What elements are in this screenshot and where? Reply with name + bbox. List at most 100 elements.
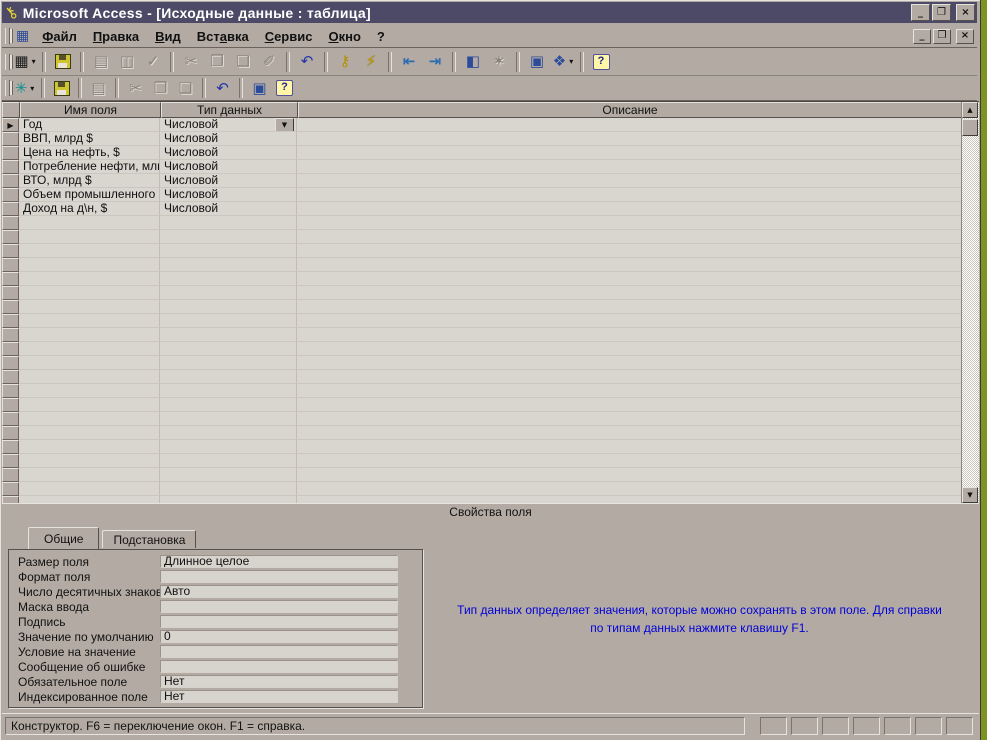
field-name-cell[interactable] (19, 426, 160, 440)
row-selector[interactable] (2, 160, 19, 174)
scroll-up-button[interactable]: ▲ (962, 102, 978, 118)
delete-rows-button[interactable]: ⇥ (422, 50, 448, 73)
description-cell[interactable] (297, 426, 962, 440)
data-type-cell[interactable] (160, 384, 297, 398)
field-name-cell[interactable] (19, 496, 160, 503)
row-selector[interactable] (2, 146, 19, 160)
row-selector[interactable] (2, 482, 19, 496)
property-input[interactable] (160, 570, 398, 583)
data-type-cell[interactable] (160, 342, 297, 356)
mdi-minimize-button[interactable]: _ (913, 29, 931, 44)
field-name-cell[interactable] (19, 272, 160, 286)
description-cell[interactable] (297, 230, 962, 244)
field-name-cell[interactable] (19, 412, 160, 426)
row-selector[interactable] (2, 356, 19, 370)
description-cell[interactable] (297, 118, 962, 132)
property-input[interactable] (160, 645, 398, 658)
field-name-cell[interactable]: Год (19, 118, 160, 132)
description-cell[interactable] (297, 258, 962, 272)
data-type-cell[interactable] (160, 426, 297, 440)
new-table-button[interactable]: ✳▾ (12, 78, 37, 99)
tab-lookup[interactable]: Подстановка (102, 530, 196, 548)
tab-general[interactable]: Общие (28, 527, 99, 549)
close-button[interactable]: × (956, 4, 975, 21)
description-cell[interactable] (297, 244, 962, 258)
menu-item-view[interactable]: Вид (147, 28, 189, 45)
menu-item-file[interactable]: Файл (34, 28, 85, 45)
property-input[interactable]: Авто (160, 585, 398, 598)
description-cell[interactable] (297, 440, 962, 454)
indexes-button[interactable]: ⚡ (358, 50, 384, 73)
row-selector[interactable] (2, 258, 19, 272)
field-name-cell[interactable] (19, 230, 160, 244)
menu-item-help[interactable]: ? (369, 28, 393, 45)
scroll-down-button[interactable]: ▼ (962, 487, 978, 503)
data-type-cell[interactable]: Числовой (160, 132, 297, 146)
database-window-button[interactable]: ▣ (524, 50, 550, 73)
data-type-cell[interactable] (160, 412, 297, 426)
description-cell[interactable] (297, 174, 962, 188)
data-type-cell[interactable] (160, 356, 297, 370)
save-button[interactable] (50, 50, 76, 73)
description-cell[interactable] (297, 286, 962, 300)
description-cell[interactable] (297, 468, 962, 482)
data-type-cell[interactable] (160, 216, 297, 230)
row-selector[interactable] (2, 370, 19, 384)
row-selector[interactable] (2, 426, 19, 440)
row-selector[interactable] (2, 244, 19, 258)
field-name-cell[interactable]: Доход на д\н, $ (19, 202, 160, 216)
description-cell[interactable] (297, 342, 962, 356)
vertical-scrollbar[interactable]: ▲ ▼ (961, 102, 979, 503)
field-name-cell[interactable]: ВТО, млрд $ (19, 174, 160, 188)
data-type-cell[interactable]: Числовой (160, 188, 297, 202)
primary-key-button[interactable]: ⚷ (332, 50, 358, 73)
field-name-cell[interactable] (19, 314, 160, 328)
data-type-dropdown-button[interactable]: ▼ (275, 118, 294, 132)
data-type-cell[interactable]: Числовой (160, 146, 297, 160)
menu-item-tools[interactable]: Сервис (257, 28, 321, 45)
field-name-cell[interactable] (19, 286, 160, 300)
insert-rows-button[interactable]: ⇤ (396, 50, 422, 73)
property-input[interactable]: Нет (160, 675, 398, 688)
save-button[interactable] (49, 78, 74, 99)
description-cell[interactable] (297, 188, 962, 202)
mdi-close-button[interactable]: × (956, 29, 974, 44)
field-name-cell[interactable] (19, 398, 160, 412)
property-input[interactable] (160, 615, 398, 628)
data-type-cell[interactable] (160, 300, 297, 314)
row-selector[interactable] (2, 398, 19, 412)
field-name-cell[interactable] (19, 384, 160, 398)
data-type-cell[interactable] (160, 468, 297, 482)
row-selector[interactable] (2, 188, 19, 202)
row-selector[interactable] (2, 174, 19, 188)
data-type-cell[interactable] (160, 440, 297, 454)
description-cell[interactable] (297, 454, 962, 468)
row-selector[interactable] (2, 230, 19, 244)
field-name-cell[interactable] (19, 300, 160, 314)
property-input[interactable] (160, 660, 398, 673)
undo-button[interactable]: ↶ (294, 50, 320, 73)
description-cell[interactable] (297, 398, 962, 412)
data-type-cell[interactable]: Числовой (160, 160, 297, 174)
dropdown-caret-icon[interactable]: ▾ (32, 57, 36, 66)
row-selector[interactable] (2, 132, 19, 146)
menu-item-window[interactable]: Окно (320, 28, 368, 45)
help-button[interactable]: ? (588, 50, 614, 73)
description-cell[interactable] (297, 272, 962, 286)
data-type-cell[interactable] (160, 496, 297, 503)
properties-button[interactable]: ◧ (460, 50, 486, 73)
field-name-cell[interactable] (19, 356, 160, 370)
description-cell[interactable] (297, 216, 962, 230)
field-name-cell[interactable] (19, 454, 160, 468)
field-name-cell[interactable] (19, 468, 160, 482)
description-cell[interactable] (297, 300, 962, 314)
data-type-cell[interactable] (160, 398, 297, 412)
field-name-cell[interactable] (19, 342, 160, 356)
dropdown-caret-icon[interactable]: ▾ (569, 57, 573, 66)
row-selector[interactable] (2, 412, 19, 426)
row-selector[interactable] (2, 496, 19, 503)
toolbar-grip[interactable] (5, 80, 10, 96)
field-name-cell[interactable] (19, 258, 160, 272)
property-input[interactable]: 0 (160, 630, 398, 643)
data-type-cell[interactable] (160, 258, 297, 272)
